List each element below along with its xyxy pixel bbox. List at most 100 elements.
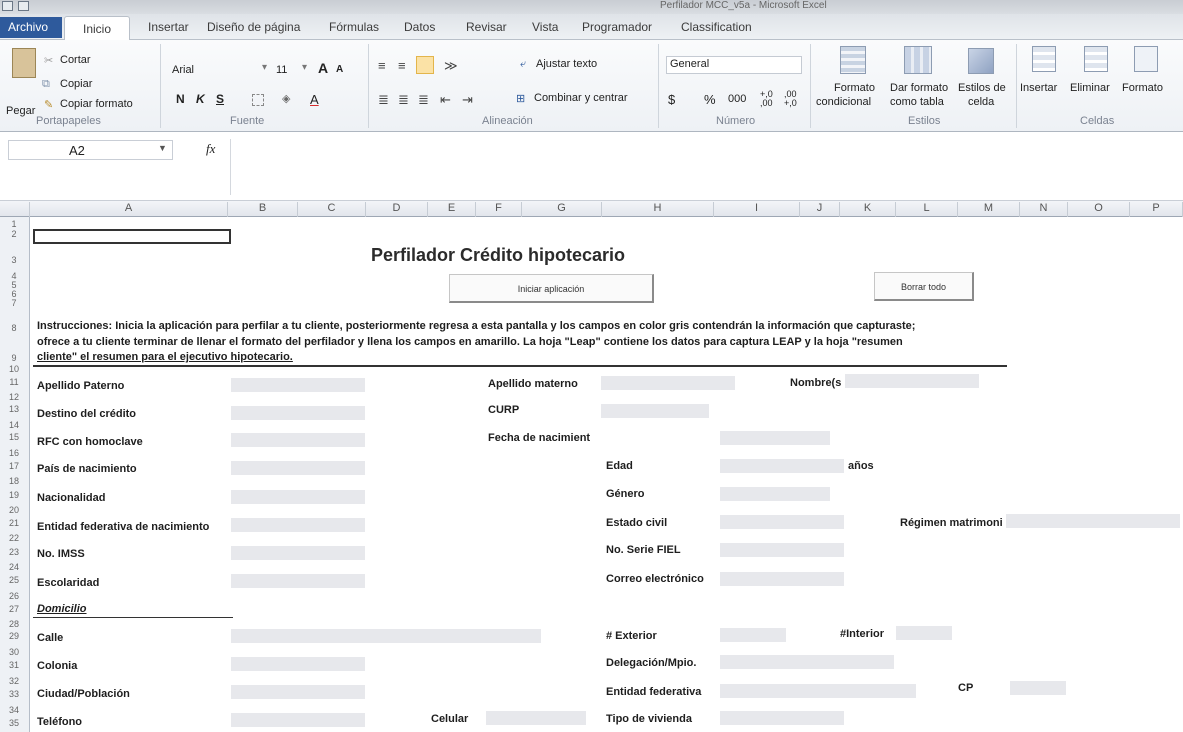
selected-cell-a2[interactable] [33, 229, 231, 244]
thousands-button[interactable]: 000 [728, 93, 746, 105]
column-header[interactable]: F [476, 202, 522, 217]
format-painter-icon[interactable]: ✎ [44, 98, 53, 111]
column-header[interactable]: A [30, 202, 228, 217]
row-header[interactable]: 8 [0, 323, 28, 333]
row-header[interactable]: 24 [0, 562, 28, 572]
column-header[interactable]: P [1130, 202, 1183, 217]
save-icon[interactable] [18, 1, 29, 11]
row-header[interactable]: 26 [0, 591, 28, 601]
field-telefono[interactable] [231, 713, 365, 727]
tab-diseno[interactable]: Diseño de página [207, 20, 300, 34]
field-fecha-nacimiento[interactable] [720, 431, 830, 445]
row-header[interactable]: 31 [0, 660, 28, 670]
column-header[interactable]: C [298, 202, 366, 217]
column-header[interactable]: L [896, 202, 958, 217]
field-nombre[interactable] [845, 374, 979, 388]
field-cp[interactable] [1010, 681, 1066, 695]
table-format-icon[interactable] [904, 46, 932, 74]
format-button[interactable]: Formato [1122, 82, 1163, 94]
field-apellido-paterno[interactable] [231, 378, 365, 392]
copy-button[interactable]: Copiar [60, 78, 92, 90]
field-entidad-federativa[interactable] [720, 684, 916, 698]
column-header[interactable]: J [800, 202, 840, 217]
row-header[interactable]: 23 [0, 547, 28, 557]
formula-input[interactable] [230, 139, 1180, 195]
field-delegacion[interactable] [720, 655, 894, 669]
percent-button[interactable]: % [704, 92, 716, 107]
row-header[interactable]: 3 [0, 255, 28, 265]
field-celular[interactable] [486, 711, 586, 725]
row-header[interactable]: 33 [0, 689, 28, 699]
table-format-label-2[interactable]: como tabla [890, 96, 944, 108]
column-header[interactable]: I [714, 202, 800, 217]
field-rfc[interactable] [231, 433, 365, 447]
scissors-icon[interactable]: ✂ [44, 54, 53, 67]
merge-center-icon[interactable]: ⊞ [516, 92, 525, 105]
tab-datos[interactable]: Datos [404, 20, 435, 34]
row-header[interactable]: 18 [0, 476, 28, 486]
row-header[interactable]: 7 [0, 298, 28, 308]
decrease-indent-icon[interactable]: ⇤ [440, 92, 451, 108]
field-destino-credito[interactable] [231, 406, 365, 420]
row-header[interactable]: 21 [0, 518, 28, 528]
chevron-down-icon[interactable]: ▼ [158, 143, 167, 153]
merge-center-button[interactable]: Combinar y centrar [534, 92, 628, 104]
column-header[interactable]: O [1068, 202, 1130, 217]
row-header[interactable]: 22 [0, 533, 28, 543]
row-header[interactable]: 13 [0, 404, 28, 414]
field-entidad-nacimiento[interactable] [231, 518, 365, 532]
row-header[interactable]: 28 [0, 619, 28, 629]
grow-font-button[interactable]: A [318, 60, 328, 76]
field-pais-nacimiento[interactable] [231, 461, 365, 475]
bold-button[interactable]: N [176, 92, 185, 106]
row-header[interactable]: 19 [0, 490, 28, 500]
row-header[interactable]: 12 [0, 392, 28, 402]
align-right-icon[interactable]: ≣ [418, 92, 429, 108]
align-middle-icon[interactable]: ≡ [398, 58, 406, 73]
field-interior[interactable] [896, 626, 952, 640]
align-top-icon[interactable]: ≡ [378, 58, 386, 73]
field-nacionalidad[interactable] [231, 490, 365, 504]
row-header[interactable]: 10 [0, 364, 28, 374]
start-application-button[interactable]: Iniciar aplicación [449, 274, 654, 303]
align-bottom-icon[interactable] [416, 56, 434, 74]
increase-indent-icon[interactable]: ⇥ [462, 92, 473, 108]
row-header[interactable]: 9 [0, 353, 28, 363]
conditional-format-icon[interactable] [840, 46, 866, 74]
shrink-font-button[interactable]: A [336, 64, 343, 75]
row-header[interactable]: 25 [0, 575, 28, 585]
font-color-button[interactable]: A [310, 92, 319, 107]
row-header[interactable]: 17 [0, 461, 28, 471]
field-edad[interactable] [720, 459, 844, 473]
field-apellido-materno[interactable] [601, 376, 735, 390]
column-header[interactable]: H [602, 202, 714, 217]
column-header[interactable]: K [840, 202, 896, 217]
align-left-icon[interactable]: ≣ [378, 92, 389, 108]
increase-decimal-button[interactable]: +,0 ,00 [760, 90, 773, 108]
row-header[interactable]: 35 [0, 718, 28, 728]
wrap-text-icon[interactable]: ⤶ [520, 58, 526, 71]
italic-button[interactable]: K [196, 92, 205, 106]
row-header[interactable]: 11 [0, 377, 28, 387]
field-colonia[interactable] [231, 657, 365, 671]
column-header[interactable]: M [958, 202, 1020, 217]
field-calle[interactable] [231, 629, 541, 643]
tab-inicio[interactable]: Inicio [64, 16, 130, 41]
field-regimen[interactable] [1006, 514, 1180, 528]
tab-revisar[interactable]: Revisar [466, 20, 507, 34]
table-format-button[interactable]: Dar formato [890, 82, 948, 94]
field-fiel[interactable] [720, 543, 844, 557]
row-header[interactable]: 1 [0, 219, 28, 229]
field-genero[interactable] [720, 487, 830, 501]
select-all-corner[interactable] [0, 202, 30, 217]
row-header[interactable]: 20 [0, 505, 28, 515]
cell-styles-icon[interactable] [968, 48, 994, 74]
row-header[interactable]: 32 [0, 676, 28, 686]
row-header[interactable]: 34 [0, 705, 28, 715]
column-header[interactable]: E [428, 202, 476, 217]
format-cells-icon[interactable] [1134, 46, 1158, 72]
tab-archivo[interactable]: Archivo [0, 17, 62, 38]
paste-icon[interactable] [12, 48, 36, 78]
cell-styles-label-2[interactable]: celda [968, 96, 994, 108]
insert-cells-icon[interactable] [1032, 46, 1056, 72]
